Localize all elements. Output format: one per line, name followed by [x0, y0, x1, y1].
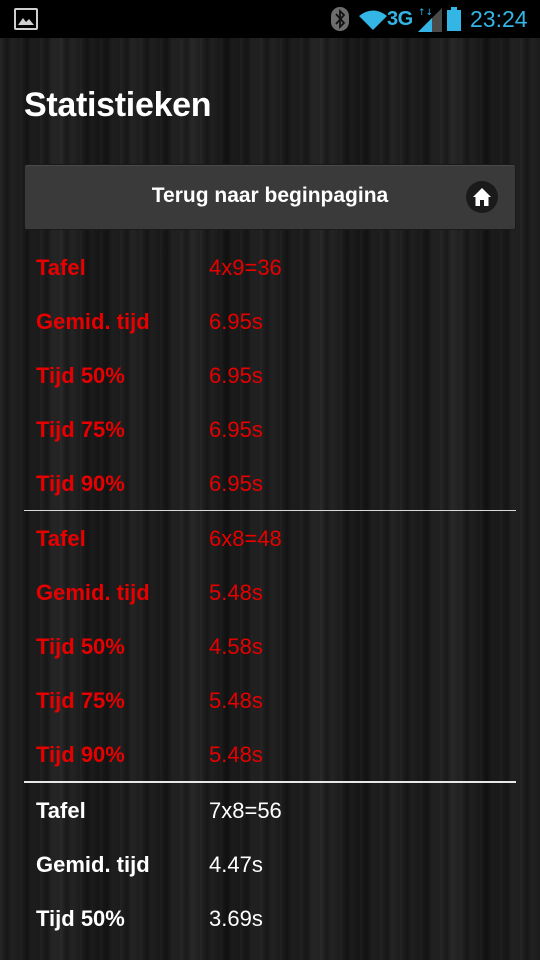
home-icon	[466, 181, 498, 213]
stat-value: 5.48s	[209, 688, 263, 713]
svg-text:↑↓: ↑↓	[418, 8, 433, 18]
stats-list: Tafel 4x9=36 Gemid. tijd 6.95s Tijd 50% …	[24, 240, 516, 945]
stat-row: Tijd 50% 6.95s	[24, 348, 516, 402]
stat-row: Tijd 50% 3.69s	[24, 891, 516, 945]
stat-row: Gemid. tijd 4.47s	[24, 837, 516, 891]
stat-row: Gemid. tijd 5.48s	[24, 565, 516, 619]
stat-label: Tafel	[36, 526, 86, 551]
stat-row: Gemid. tijd 6.95s	[24, 294, 516, 348]
stat-label: Tijd 50%	[36, 634, 125, 659]
stat-label: Gemid. tijd	[36, 852, 150, 877]
status-bar: 3G ↑↓ 23:24	[0, 0, 540, 38]
stat-row: Tijd 50% 4.58s	[24, 619, 516, 673]
stat-value: 3.69s	[209, 906, 263, 931]
stat-value: 4.58s	[209, 634, 263, 659]
stat-label: Tijd 90%	[36, 742, 125, 767]
stat-value: 5.48s	[209, 580, 263, 605]
stat-value: 4.47s	[209, 852, 263, 877]
stat-row: Tafel 7x8=56	[24, 783, 516, 837]
stat-value: 6.95s	[209, 417, 263, 442]
stat-row: Tafel 6x8=48	[24, 511, 516, 565]
page-title: Statistieken	[24, 86, 212, 124]
stats-group: Tafel 4x9=36 Gemid. tijd 6.95s Tijd 50% …	[24, 240, 516, 510]
stat-row: Tijd 75% 6.95s	[24, 402, 516, 456]
stat-row: Tijd 90% 6.95s	[24, 456, 516, 510]
stat-label: Gemid. tijd	[36, 309, 150, 334]
battery-icon	[447, 7, 461, 31]
stat-label: Tafel	[36, 798, 86, 823]
stat-value: 4x9=36	[209, 255, 282, 280]
stat-row: Tafel 4x9=36	[24, 240, 516, 294]
stats-group: Tafel 6x8=48 Gemid. tijd 5.48s Tijd 50% …	[24, 511, 516, 781]
image-notification-icon	[14, 8, 38, 30]
clock: 23:24	[470, 6, 528, 32]
stat-row: Tijd 75% 5.48s	[24, 673, 516, 727]
stat-value: 6.95s	[209, 471, 263, 496]
wifi-icon	[359, 10, 387, 30]
back-to-home-button[interactable]: Terug naar beginpagina	[24, 164, 516, 230]
stat-label: Tafel	[36, 255, 86, 280]
stat-value: 5.48s	[209, 742, 263, 767]
stat-label: Tijd 90%	[36, 471, 125, 496]
stat-value: 6.95s	[209, 363, 263, 388]
stat-value: 6.95s	[209, 309, 263, 334]
bluetooth-icon	[331, 7, 349, 31]
signal-icon: ↑↓	[418, 8, 442, 32]
stat-value: 7x8=56	[209, 798, 282, 823]
back-to-home-label: Terug naar beginpagina	[151, 184, 389, 207]
stat-label: Tijd 50%	[36, 906, 125, 931]
stat-value: 6x8=48	[209, 526, 282, 551]
stat-label: Gemid. tijd	[36, 580, 150, 605]
stat-label: Tijd 50%	[36, 363, 125, 388]
network-type-label: 3G	[387, 8, 413, 30]
stat-label: Tijd 75%	[36, 417, 125, 442]
stats-group: Tafel 7x8=56 Gemid. tijd 4.47s Tijd 50% …	[24, 783, 516, 945]
stat-row: Tijd 90% 5.48s	[24, 727, 516, 781]
stat-label: Tijd 75%	[36, 688, 125, 713]
